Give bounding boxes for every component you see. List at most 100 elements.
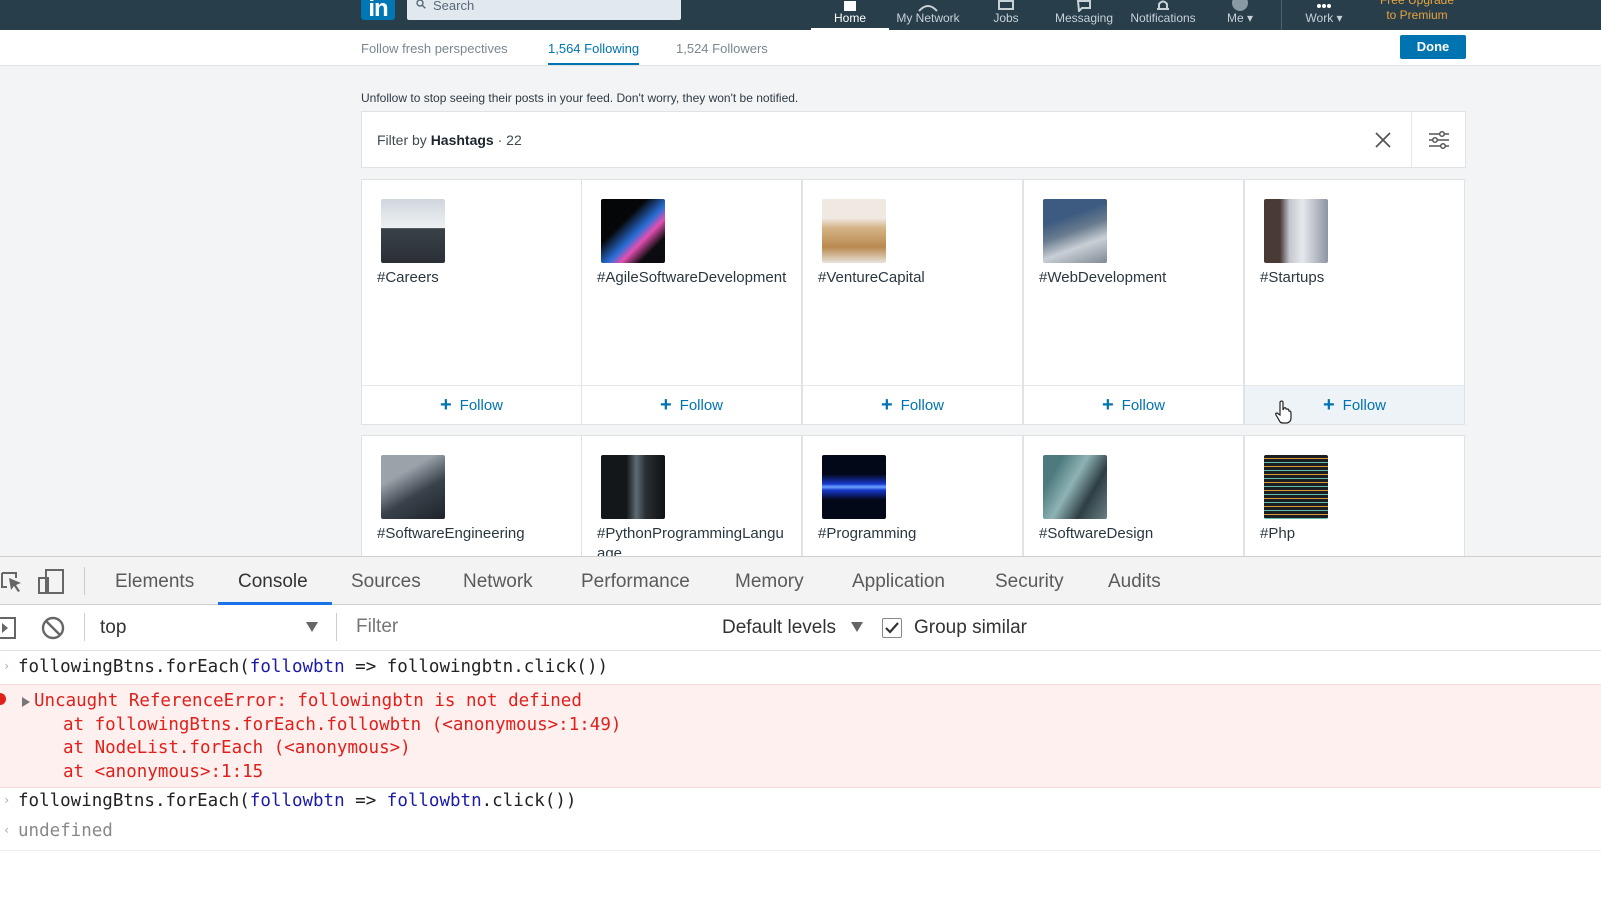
filter-prefix: Filter by bbox=[377, 132, 427, 148]
hashtag-card: #SoftwareEngineering bbox=[361, 435, 582, 556]
toolbar-divider bbox=[336, 613, 337, 641]
nav-messaging[interactable]: Messaging bbox=[1052, 0, 1116, 30]
close-icon[interactable] bbox=[1373, 130, 1393, 150]
group-similar-label: Group similar bbox=[914, 617, 1027, 638]
hashtag-card: #PythonProgrammingLanguage bbox=[581, 435, 802, 556]
hashtag-label[interactable]: #VentureCapital bbox=[818, 268, 1013, 288]
premium-line-1: Free Upgrade bbox=[1379, 0, 1455, 7]
error-message: Uncaught ReferenceError: followingbtn is… bbox=[34, 691, 582, 711]
input-prompt-icon: › bbox=[3, 659, 11, 673]
tab-sources[interactable]: Sources bbox=[351, 571, 421, 593]
hashtag-card: #Careers + Follow bbox=[361, 179, 582, 425]
group-similar-checkbox[interactable] bbox=[882, 618, 902, 638]
expand-triangle-icon[interactable] bbox=[22, 697, 30, 707]
tab-following[interactable]: 1,564 Following bbox=[548, 41, 640, 65]
hashtag-card: #Startups + Follow bbox=[1244, 179, 1465, 425]
follow-label: Follow bbox=[1121, 397, 1166, 414]
filter-label: Filter by Hashtags · 22 bbox=[377, 132, 522, 148]
done-button[interactable]: Done bbox=[1400, 35, 1466, 59]
nav-my-network-label: My Network bbox=[896, 11, 960, 25]
hashtag-label[interactable]: #SoftwareDesign bbox=[1039, 524, 1234, 544]
hashtag-label[interactable]: #Startups bbox=[1260, 268, 1455, 288]
tab-network[interactable]: Network bbox=[463, 571, 533, 593]
clear-console-icon[interactable] bbox=[40, 615, 66, 641]
nav-my-network[interactable]: My Network bbox=[890, 0, 966, 30]
hashtag-label[interactable]: #Careers bbox=[377, 268, 572, 288]
log-levels-dropdown[interactable]: Default levels bbox=[722, 617, 836, 639]
tab-console[interactable]: Console bbox=[238, 571, 308, 593]
toolbar-divider bbox=[84, 567, 85, 595]
inspect-element-icon[interactable] bbox=[0, 569, 26, 595]
hashtag-label[interactable]: #PythonProgrammingLanguage bbox=[597, 524, 792, 556]
sidebar-toggle-icon[interactable] bbox=[0, 615, 20, 641]
hashtag-card: #Programming bbox=[802, 435, 1023, 556]
search-icon bbox=[416, 0, 426, 9]
nav-home[interactable]: Home bbox=[811, 0, 889, 30]
follow-button[interactable]: + Follow bbox=[362, 385, 581, 424]
chevron-down-icon[interactable] bbox=[305, 621, 319, 633]
follow-label: Follow bbox=[1342, 397, 1387, 414]
nav-notifications[interactable]: Notifications bbox=[1126, 0, 1200, 30]
cmd2-param: followbtn bbox=[386, 791, 482, 811]
console-command-1[interactable]: followingBtns.forEach(followbtn => follo… bbox=[18, 657, 1601, 677]
console-toolbar: top Default levels Group similar bbox=[0, 605, 1601, 651]
stack-frame[interactable]: at followingBtns.forEach.followbtn (<ano… bbox=[63, 715, 621, 735]
stack-frame[interactable]: at <anonymous>:1:15 bbox=[63, 762, 263, 782]
tab-audits[interactable]: Audits bbox=[1108, 571, 1161, 593]
linkedin-logo[interactable]: in bbox=[361, 0, 395, 22]
tab-followers[interactable]: 1,524 Followers bbox=[676, 41, 768, 56]
tab-performance[interactable]: Performance bbox=[581, 571, 690, 593]
console-filter-input[interactable] bbox=[347, 611, 708, 643]
webdev-thumbnail bbox=[1043, 199, 1107, 263]
tab-application[interactable]: Application bbox=[852, 571, 945, 593]
nav-jobs[interactable]: Jobs bbox=[978, 0, 1034, 30]
tab-follow-fresh-perspectives[interactable]: Follow fresh perspectives bbox=[361, 41, 508, 56]
tab-memory[interactable]: Memory bbox=[735, 571, 804, 593]
careers-thumbnail bbox=[381, 199, 445, 263]
cmd1-param: followbtn bbox=[249, 657, 345, 677]
softdesign-thumbnail bbox=[1043, 455, 1107, 519]
device-toolbar-icon[interactable] bbox=[38, 569, 64, 595]
hashtag-label[interactable]: #WebDevelopment bbox=[1039, 268, 1234, 288]
venture-thumbnail bbox=[822, 199, 886, 263]
chevron-down-icon[interactable] bbox=[850, 621, 864, 633]
error-icon bbox=[0, 693, 6, 705]
devtools-tab-bar: Elements Console Sources Network Perform… bbox=[0, 557, 1601, 605]
console-command-2[interactable]: followingBtns.forEach(followbtn => follo… bbox=[18, 791, 1601, 811]
stack-frame[interactable]: at NodeList.forEach (<anonymous>) bbox=[63, 738, 411, 758]
toolbar-divider bbox=[84, 613, 85, 641]
hashtag-label[interactable]: #SoftwareEngineering bbox=[377, 524, 572, 544]
nav-me-label: Me ▾ bbox=[1226, 11, 1254, 25]
follow-button[interactable]: + Follow bbox=[1024, 385, 1243, 424]
follow-label: Follow bbox=[679, 397, 724, 414]
programming-thumbnail bbox=[822, 455, 886, 519]
search-input[interactable]: Search bbox=[407, 0, 681, 20]
hashtag-row-1: #Careers + Follow #AgileSoftwareDevelopme… bbox=[361, 179, 1466, 425]
nav-jobs-label: Jobs bbox=[993, 11, 1019, 25]
nav-work-label: Work ▾ bbox=[1305, 11, 1343, 25]
cmd2-part: => bbox=[344, 791, 387, 811]
agile-thumbnail bbox=[601, 199, 665, 263]
tab-security[interactable]: Security bbox=[995, 571, 1064, 593]
hashtag-label[interactable]: #Php bbox=[1260, 524, 1455, 544]
upgrade-premium-link[interactable]: Free Upgrade to Premium bbox=[1372, 0, 1462, 23]
nav-divider bbox=[1281, 0, 1282, 30]
search-placeholder: Search bbox=[433, 0, 475, 13]
unfollow-notice: Unfollow to stop seeing their posts in y… bbox=[361, 91, 799, 105]
filter-bar: Filter by Hashtags · 22 bbox=[361, 111, 1466, 168]
sliders-icon[interactable] bbox=[1428, 130, 1450, 150]
follow-button[interactable]: + Follow bbox=[582, 385, 801, 424]
follow-button[interactable]: + Follow bbox=[803, 385, 1022, 424]
hashtag-label[interactable]: #AgileSoftwareDevelopment bbox=[597, 268, 792, 288]
top-navigation-bar: in Search Home My Network Jobs Messaging… bbox=[0, 0, 1601, 30]
nav-me[interactable]: Me ▾ bbox=[1220, 0, 1260, 30]
context-selector[interactable]: top bbox=[100, 617, 126, 639]
python-thumbnail bbox=[601, 455, 665, 519]
hashtag-label[interactable]: #Programming bbox=[818, 524, 1013, 544]
tab-elements[interactable]: Elements bbox=[115, 571, 194, 593]
checkmark-icon bbox=[885, 622, 899, 634]
nav-work-text: Work bbox=[1305, 11, 1334, 25]
nav-home-label: Home bbox=[833, 11, 866, 25]
nav-work[interactable]: Work ▾ bbox=[1298, 0, 1350, 30]
hashtag-card: #Php bbox=[1244, 435, 1465, 556]
